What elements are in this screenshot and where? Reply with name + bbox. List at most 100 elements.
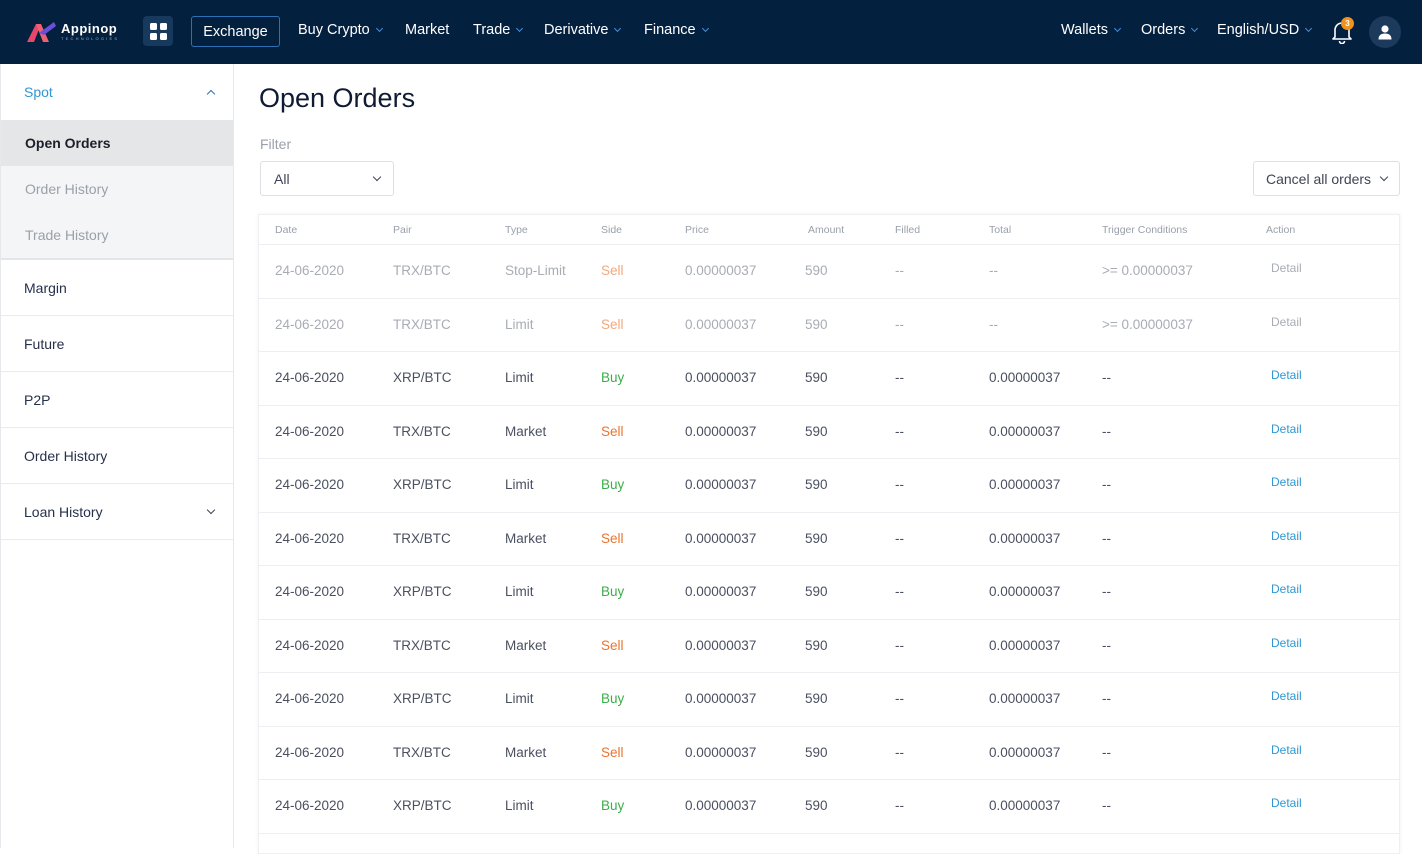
filter-label: Filter xyxy=(260,136,292,152)
nav-buy-crypto[interactable]: Buy Crypto xyxy=(298,22,383,38)
cell-side: Buy xyxy=(601,477,625,492)
nav-orders[interactable]: Orders xyxy=(1141,22,1199,38)
table-row: 24-06-2020 XRP/BTC Limit Buy 0.00000037 590 --… xyxy=(259,352,1399,406)
sidebar-item-loan-history[interactable]: Loan History xyxy=(1,484,233,540)
cell-total: 0.00000037 xyxy=(989,744,1061,760)
cell-amount: 590 xyxy=(805,477,828,492)
cell-total: 0.00000037 xyxy=(989,477,1061,492)
cell-type: Limit xyxy=(505,316,534,332)
exchange-button[interactable]: Exchange xyxy=(191,16,280,47)
detail-link[interactable]: Detail xyxy=(1271,743,1302,757)
detail-link[interactable]: Detail xyxy=(1271,636,1302,650)
cell-trigger: -- xyxy=(1102,637,1111,653)
cell-side: Sell xyxy=(601,423,624,439)
detail-link[interactable]: Detail xyxy=(1271,315,1302,329)
cell-total: -- xyxy=(989,263,998,278)
cell-trigger: -- xyxy=(1102,530,1111,546)
cell-pair: XRP/BTC xyxy=(393,584,452,599)
sidebar-item-label: Margin xyxy=(24,279,67,296)
cell-price: 0.00000037 xyxy=(685,423,757,439)
apps-grid-button[interactable] xyxy=(143,16,173,46)
cell-filled: -- xyxy=(895,477,904,492)
cell-side: Buy xyxy=(601,370,625,385)
table-row: 24-06-2020 TRX/BTC Market Sell 0.00000037 590… xyxy=(259,406,1399,459)
cell-price: 0.00000037 xyxy=(685,584,757,599)
sidebar-item-order-history[interactable]: Order History xyxy=(1,428,233,484)
nav-trade[interactable]: Trade xyxy=(473,22,524,38)
cell-total: 0.00000037 xyxy=(989,691,1061,706)
cell-price: 0.00000037 xyxy=(685,530,757,546)
nav-derivative[interactable]: Derivative xyxy=(544,22,622,38)
detail-link[interactable]: Detail xyxy=(1271,261,1302,275)
sidebar-item-margin[interactable]: Margin xyxy=(1,260,233,316)
sidebar-item-trade-history[interactable]: Trade History xyxy=(1,212,233,258)
sidebar-item-spot-order-history[interactable]: Order History xyxy=(1,166,233,212)
detail-link[interactable]: Detail xyxy=(1271,529,1302,543)
nav-finance[interactable]: Finance xyxy=(644,22,709,38)
cell-amount: 590 xyxy=(805,744,828,760)
nav-wallets[interactable]: Wallets xyxy=(1061,22,1122,38)
user-avatar-button[interactable] xyxy=(1369,16,1401,48)
cell-pair: TRX/BTC xyxy=(393,744,451,760)
cell-trigger: -- xyxy=(1102,423,1111,439)
cell-pair: TRX/BTC xyxy=(393,530,451,546)
grid-dot xyxy=(149,32,157,40)
cell-type: Limit xyxy=(505,691,534,706)
sidebar-item-p2p[interactable]: P2P xyxy=(1,372,233,428)
cell-amount: 590 xyxy=(805,691,828,706)
page-title: Open Orders xyxy=(259,83,416,113)
cell-side: Sell xyxy=(601,263,624,278)
filter-select[interactable]: All xyxy=(260,161,394,196)
cell-date: 24-06-2020 xyxy=(275,316,345,332)
cell-price: 0.00000037 xyxy=(685,316,757,332)
grid-dot xyxy=(149,22,157,30)
chevron-down-icon xyxy=(1305,24,1313,33)
cell-total: 0.00000037 xyxy=(989,370,1061,385)
cell-total: 0.00000037 xyxy=(989,423,1061,439)
cell-price: 0.00000037 xyxy=(685,798,757,813)
nav-label: Buy Crypto xyxy=(298,22,370,38)
detail-link[interactable]: Detail xyxy=(1271,689,1302,703)
cancel-all-orders-button[interactable]: Cancel all orders xyxy=(1253,161,1400,196)
detail-link[interactable]: Detail xyxy=(1271,796,1302,810)
brand-name: Appinop xyxy=(61,20,118,36)
chevron-down-icon xyxy=(614,24,622,33)
sidebar-section-spot[interactable]: Spot xyxy=(1,64,233,120)
detail-link[interactable]: Detail xyxy=(1271,368,1302,382)
cell-date: 24-06-2020 xyxy=(275,370,345,385)
cell-date: 24-06-2020 xyxy=(275,423,345,439)
cell-date: 24-06-2020 xyxy=(275,691,345,706)
cell-amount: 590 xyxy=(805,584,828,599)
sidebar-item-open-orders[interactable]: Open Orders xyxy=(1,120,233,166)
nav-label: English/USD xyxy=(1217,22,1300,38)
cell-trigger: >= 0.00000037 xyxy=(1102,316,1193,332)
table-row: 24-06-2020 TRX/BTC Limit Sell 0.00000037 590 -… xyxy=(259,299,1399,352)
brand-logo[interactable]: Appinop TECHNOLOGIES xyxy=(27,20,119,42)
detail-link[interactable]: Detail xyxy=(1271,582,1302,596)
nav-label: Trade xyxy=(473,22,511,38)
cell-date: 24-06-2020 xyxy=(275,263,345,278)
chevron-down-icon xyxy=(701,24,709,33)
nav-label: Orders xyxy=(1141,22,1186,38)
cell-amount: 590 xyxy=(805,316,828,332)
table-row: 24-06-2020 TRX/BTC Market Sell 0.00000037 590… xyxy=(259,620,1399,673)
column-header-price: Price xyxy=(685,224,709,236)
notification-badge: 3 xyxy=(1341,17,1354,30)
cell-filled: -- xyxy=(895,798,904,813)
cell-price: 0.00000037 xyxy=(685,477,757,492)
cell-filled: -- xyxy=(895,637,904,653)
detail-link[interactable]: Detail xyxy=(1271,475,1302,489)
cell-date: 24-06-2020 xyxy=(275,584,345,599)
cell-date: 24-06-2020 xyxy=(275,530,345,546)
nav-market[interactable]: Market xyxy=(405,22,449,38)
nav-language-currency[interactable]: English/USD xyxy=(1217,22,1313,38)
detail-link[interactable]: Detail xyxy=(1271,422,1302,436)
grid-dot xyxy=(159,32,167,40)
chevron-down-icon xyxy=(1113,24,1122,33)
sidebar-item-future[interactable]: Future xyxy=(1,316,233,372)
cell-type: Limit xyxy=(505,370,534,385)
cell-type: Limit xyxy=(505,798,534,813)
sidebar: Spot Open Orders Order History Trade His… xyxy=(0,64,234,848)
cell-price: 0.00000037 xyxy=(685,370,757,385)
column-header-type: Type xyxy=(505,224,528,236)
